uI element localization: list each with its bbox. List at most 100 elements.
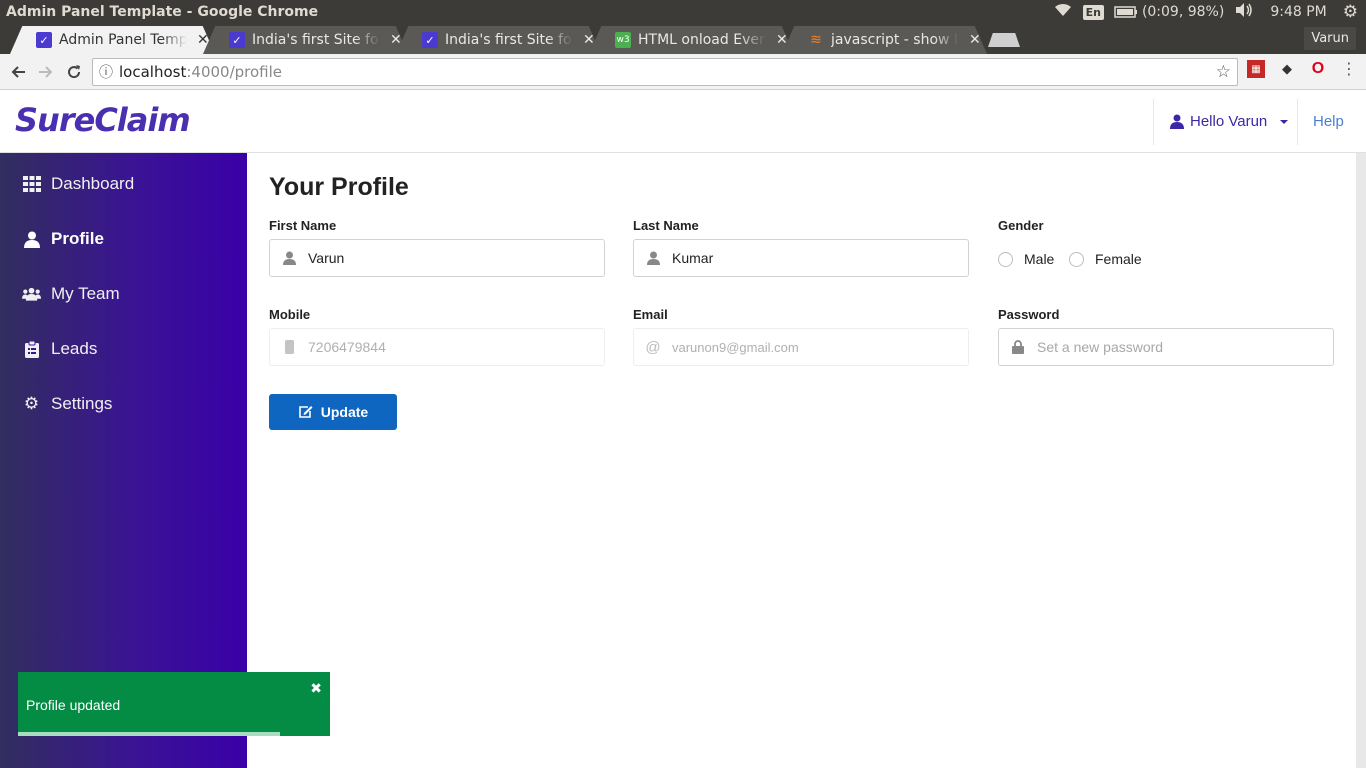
email-field: @ varunon9@gmail.com (633, 328, 969, 366)
page-title: Your Profile (269, 173, 409, 201)
system-gear-icon[interactable]: ⚙ (1343, 2, 1358, 22)
extension-icons: ▦ ◆ O ⋮ (1247, 60, 1358, 78)
update-button[interactable]: Update (269, 394, 397, 430)
gender-label: Gender (998, 218, 1044, 233)
users-icon (22, 285, 41, 304)
url-host: localhost (119, 63, 187, 81)
w3schools-favicon-icon: w3 (615, 32, 631, 48)
checkbox-favicon-icon: ✓ (36, 32, 52, 48)
last-name-label: Last Name (633, 218, 699, 233)
tab-close-icon[interactable]: ✕ (969, 32, 981, 48)
window-title: Admin Panel Template - Google Chrome (6, 4, 319, 20)
password-input[interactable] (1037, 339, 1317, 355)
sidebar-item-dashboard[interactable]: Dashboard (22, 174, 134, 194)
battery-indicator[interactable]: (0:09, 98%) (1114, 4, 1224, 20)
user-menu-dropdown[interactable]: Hello Varun (1170, 113, 1289, 130)
stackoverflow-favicon-icon: ≋ (810, 32, 822, 48)
at-sign-icon: @ (645, 338, 661, 356)
header-divider (1153, 99, 1154, 145)
reload-icon[interactable] (60, 58, 88, 86)
mobile-label: Mobile (269, 307, 311, 322)
sidebar-item-label: Leads (51, 339, 98, 358)
lock-icon (999, 340, 1037, 354)
address-bar[interactable]: ⓘ localhost:4000/profile ☆ (92, 58, 1238, 86)
user-icon (634, 251, 672, 265)
checkbox-favicon-icon: ✓ (422, 32, 438, 48)
tab-label: Admin Panel Templa (59, 32, 187, 48)
sidebar-item-label: Dashboard (51, 174, 135, 193)
brand-logo[interactable]: SureClaim (15, 101, 191, 139)
os-indicators: En (0:09, 98%) 9:48 PM ⚙ (1053, 0, 1358, 24)
browser-tab[interactable]: ✓ India's first Site for ✕ (203, 26, 408, 54)
checkbox-favicon-icon: ✓ (229, 32, 245, 48)
tab-label: HTML onload Event (638, 32, 766, 48)
mobile-value: 7206479844 (308, 339, 386, 355)
sidebar-item-my-team[interactable]: My Team (22, 284, 120, 304)
new-tab-button[interactable] (988, 33, 1020, 47)
user-icon (1170, 114, 1184, 129)
sidebar-item-label: Profile (51, 229, 104, 248)
toast-message: Profile updated (26, 697, 121, 713)
close-icon[interactable]: ✖ (310, 680, 322, 697)
gender-radio-male[interactable]: Male (998, 251, 1054, 267)
battery-text: (0:09, 98%) (1141, 4, 1225, 20)
last-name-value: Kumar (672, 250, 714, 266)
browser-toolbar: ⓘ localhost:4000/profile ☆ ▦ ◆ O ⋮ (0, 54, 1366, 90)
last-name-field[interactable]: Kumar (633, 239, 969, 277)
first-name-label: First Name (269, 218, 337, 233)
keyboard-language-indicator[interactable]: En (1082, 4, 1104, 20)
sidebar-item-label: My Team (51, 284, 120, 303)
tab-label: India's first Site for (252, 32, 380, 48)
tab-label: javascript - show lo (831, 32, 959, 48)
header-divider (1297, 99, 1298, 145)
first-name-value: Varun (308, 250, 345, 266)
battery-icon (1114, 6, 1137, 18)
back-arrow-icon[interactable] (4, 58, 32, 86)
sidebar-item-leads[interactable]: Leads (22, 339, 97, 359)
edit-icon (298, 406, 313, 418)
password-label: Password (998, 307, 1060, 322)
url-path: :4000/profile (186, 63, 283, 81)
radio-circle[interactable] (1069, 251, 1084, 267)
extension-stamp-icon[interactable]: ◆ (1278, 60, 1296, 78)
radio-label: Male (1024, 251, 1055, 267)
browser-tab-active[interactable]: ✓ Admin Panel Templa ✕ (10, 26, 215, 54)
browser-tab[interactable]: ✓ India's first Site for ✕ (396, 26, 601, 54)
extension-red-icon[interactable]: ▦ (1247, 60, 1265, 78)
sidebar-item-settings[interactable]: ⚙ Settings (22, 394, 113, 414)
clock[interactable]: 9:48 PM (1270, 4, 1326, 20)
wifi-icon[interactable] (1053, 2, 1073, 22)
browser-profile-button[interactable]: Varun (1304, 27, 1356, 50)
browser-tab[interactable]: w3 HTML onload Event ✕ (589, 26, 794, 54)
email-label: Email (633, 307, 668, 322)
info-icon[interactable]: ⓘ (93, 62, 119, 82)
opera-icon[interactable]: O (1309, 60, 1327, 78)
gender-radio-female[interactable]: Female (1069, 251, 1142, 267)
sidebar-item-profile[interactable]: Profile (22, 229, 104, 249)
password-field[interactable] (998, 328, 1334, 366)
os-title-bar: Admin Panel Template - Google Chrome En … (0, 0, 1366, 24)
page-scrollbar[interactable] (1356, 153, 1366, 768)
email-value: varunon9@gmail.com (672, 339, 799, 355)
volume-icon[interactable] (1234, 2, 1254, 22)
chrome-menu-icon[interactable]: ⋮ (1340, 60, 1358, 78)
user-greeting: Hello Varun (1190, 113, 1268, 130)
user-icon (270, 251, 308, 265)
bookmark-star-icon[interactable]: ☆ (1216, 62, 1231, 82)
tab-label: India's first Site for (445, 32, 573, 48)
main-content: Your Profile First Name Varun Last Name … (247, 153, 1356, 768)
mobile-field: 7206479844 (269, 328, 605, 366)
browser-tab-strip: ✓ Admin Panel Templa ✕ ✓ India's first S… (0, 24, 1366, 54)
radio-circle[interactable] (998, 251, 1013, 267)
forward-arrow-icon[interactable] (32, 58, 60, 86)
clipboard-icon (22, 340, 41, 359)
app-header: SureClaim Hello Varun Help (0, 91, 1366, 153)
cogs-icon: ⚙ (23, 394, 40, 413)
grid-icon (22, 175, 41, 194)
browser-tab[interactable]: ≋ javascript - show lo ✕ (782, 26, 987, 54)
mobile-phone-icon (270, 340, 308, 354)
user-icon (22, 230, 41, 249)
sidebar-item-label: Settings (51, 394, 113, 413)
help-link[interactable]: Help (1313, 113, 1344, 130)
first-name-field[interactable]: Varun (269, 239, 605, 277)
